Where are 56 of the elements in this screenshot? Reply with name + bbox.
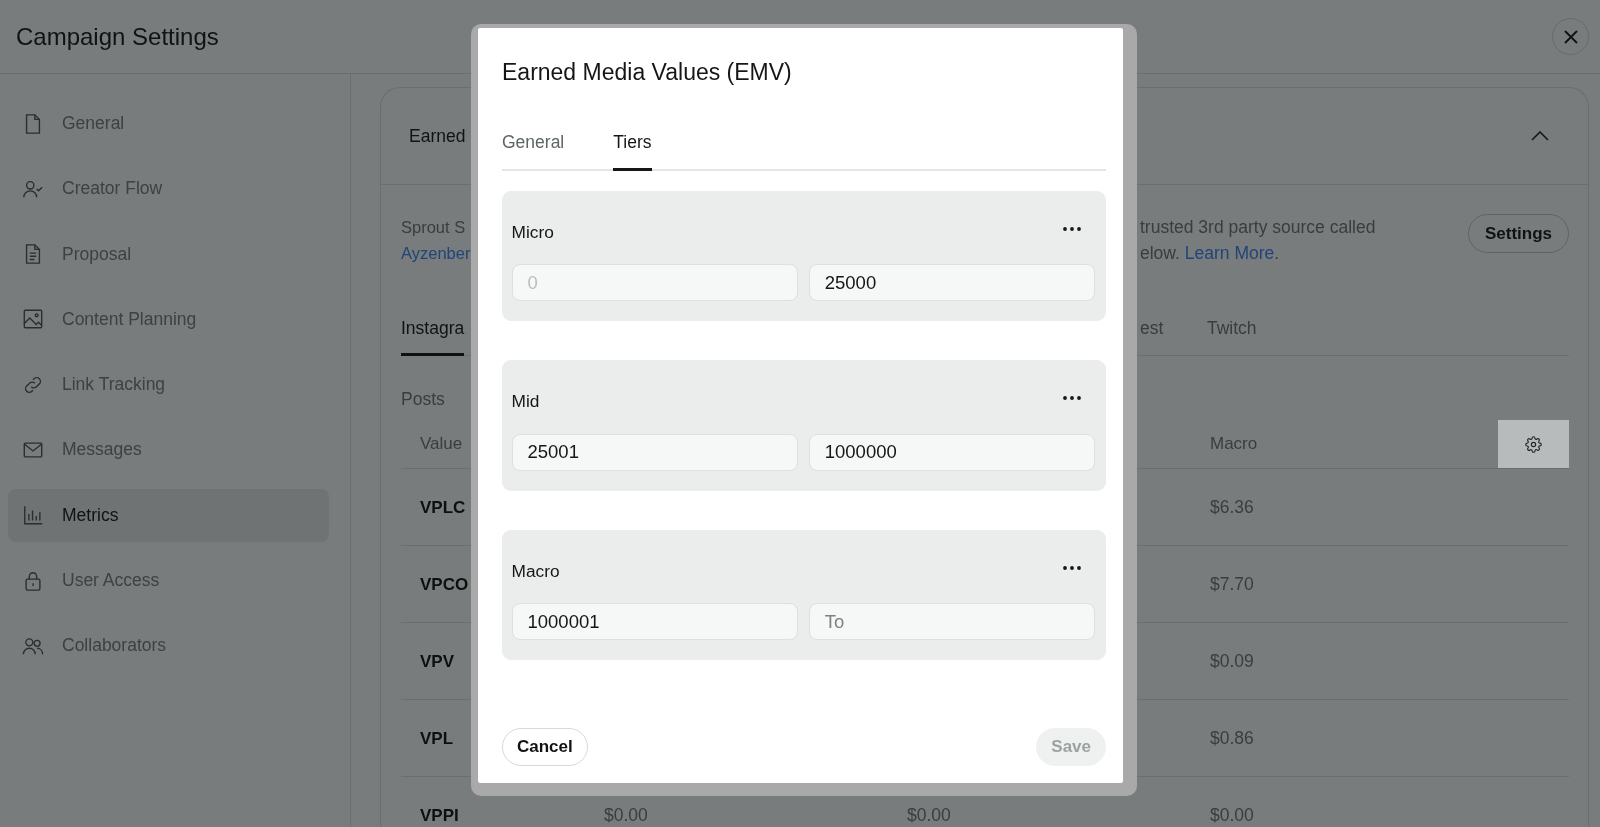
column-header: Macro (1210, 434, 1258, 454)
sidebar-item[interactable]: Metrics (8, 488, 329, 542)
envelope-icon (22, 439, 44, 461)
description-text: Sprout S Ayzenber (401, 217, 471, 264)
row-label: VPV (420, 651, 455, 671)
sidebar-item[interactable]: Creator Flow (8, 162, 329, 216)
sidebar-item[interactable]: Messages (8, 423, 329, 477)
close-icon (1563, 29, 1578, 44)
platform-tab[interactable]: Instagra (401, 318, 465, 356)
sidebar-item[interactable]: User Access (8, 554, 329, 608)
ellipsis-icon[interactable] (1063, 396, 1081, 400)
card-title: Earned (409, 125, 466, 147)
row-label: VPPI (420, 805, 459, 825)
sidebar-item[interactable]: General (8, 97, 329, 150)
description-text: trusted 3rd party source called elow. Learn More. (1140, 216, 1376, 265)
gear-icon (1525, 435, 1542, 453)
sidebar-item[interactable]: Collaborators (8, 619, 329, 673)
platform-tab[interactable]: est (1140, 318, 1164, 356)
to-field[interactable]: To (808, 603, 1095, 640)
sidebar-item[interactable]: Link Tracking (8, 358, 329, 412)
sidebar-item[interactable]: Proposal (8, 227, 329, 281)
tier-name: Mid (511, 391, 540, 411)
ellipsis-icon[interactable] (1063, 226, 1081, 231)
table-cell: $0.00 (604, 805, 648, 825)
column-header: Value (420, 434, 463, 454)
dialog-tab[interactable]: General (502, 131, 565, 171)
dialog-title: Earned Media Values (EMV) (502, 58, 792, 86)
to-field[interactable]: 25000 (808, 264, 1095, 301)
from-field[interactable]: 25001 (511, 433, 798, 471)
section-label: Posts (401, 389, 445, 409)
table-cell: $6.36 (1210, 497, 1254, 517)
ellipsis-icon[interactable] (1063, 565, 1081, 570)
dialog-tab[interactable]: Tiers (613, 131, 652, 171)
table-cell: $0.09 (1210, 651, 1254, 671)
table-cell: $7.70 (1210, 574, 1254, 594)
chevron-up-icon[interactable] (1531, 131, 1549, 141)
to-field[interactable]: 1000000 (808, 433, 1095, 471)
source-link[interactable]: Ayzenber (401, 244, 471, 262)
bar-chart-icon (22, 504, 44, 527)
from-field[interactable]: 1000001 (511, 603, 798, 640)
tier-name: Micro (511, 221, 554, 242)
row-label: VPLC (420, 497, 466, 517)
table-cell: $0.00 (907, 805, 951, 825)
table-cell: $0.00 (1210, 805, 1254, 825)
lock-icon (22, 569, 44, 592)
tier-name: Macro (511, 560, 560, 581)
page-title: Campaign Settings (16, 21, 219, 52)
table-cell: $0.86 (1210, 728, 1254, 748)
platform-tab[interactable]: Twitch (1207, 318, 1257, 356)
gear-button[interactable] (1498, 420, 1569, 468)
row-label: VPL (420, 728, 454, 748)
row-label: VPCO (420, 574, 469, 594)
image-icon (22, 308, 44, 331)
sidebar-item[interactable]: Content Planning (8, 292, 329, 346)
cancel-button[interactable]: Cancel (502, 728, 588, 766)
learn-more-link[interactable]: Learn More (1184, 243, 1275, 263)
